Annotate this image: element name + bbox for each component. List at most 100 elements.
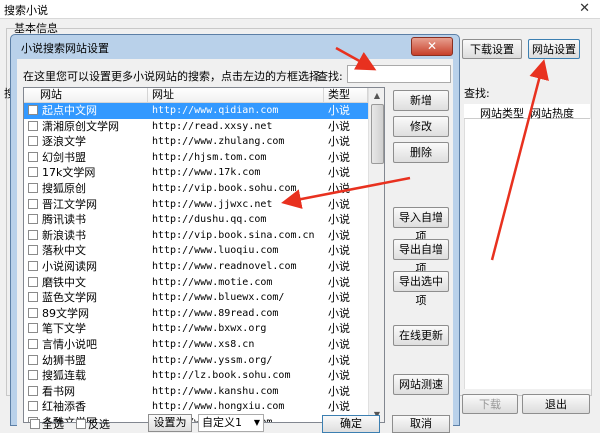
site-list-row[interactable]: 磨铁中文 http://www.motie.com 小说 [24,275,368,291]
delete-site-button[interactable]: 删除 [393,142,449,163]
site-list-row[interactable]: 言情小说吧 http://www.xs8.cn 小说 [24,337,368,353]
site-row-checkbox[interactable] [28,323,38,334]
site-type: 小说 [328,291,350,305]
site-name: 89文学网 [42,306,89,320]
dialog-search-input[interactable] [347,65,451,83]
site-name: 幼狮书盟 [42,353,86,367]
site-list-scrollbar[interactable]: ▲ ▼ [368,88,384,422]
site-url: http://www.bxwx.org [152,323,267,335]
site-type: 小说 [328,400,350,414]
site-row-checkbox[interactable] [28,214,38,225]
site-settings-button[interactable]: 网站设置 [528,39,580,59]
site-url: http://www.17k.com [152,167,261,179]
site-list-row[interactable]: 潇湘原创文学网 http://read.xxsy.net 小说 [24,119,368,135]
set-as-button[interactable]: 设置为 [148,414,192,432]
scrollbar-thumb[interactable] [371,104,384,164]
site-row-checkbox[interactable] [28,105,38,115]
export-custom-button[interactable]: 导出自增项 [393,239,449,275]
site-list-row[interactable]: 看书网 http://www.kanshu.com 小说 [24,384,368,400]
site-list-row[interactable]: 起点中文网 http://www.qidian.com 小说 [24,103,368,119]
site-type: 小说 [328,119,350,133]
site-list-row[interactable]: 腾讯读书 http://dushu.qq.com 小说 [24,212,368,228]
site-name: 笔下文学 [42,322,86,336]
main-results-table[interactable] [464,119,591,389]
site-list-header: 网站 网址 类型 [24,88,368,103]
custom-group-select[interactable]: 自定义1 ▼ [198,414,264,432]
site-name: 腾讯读书 [42,213,86,227]
site-type: 小说 [328,228,350,242]
dialog-close-icon[interactable]: ✕ [411,37,453,56]
site-list-row[interactable]: 晋江文学网 http://www.jjwxc.net 小说 [24,197,368,213]
site-name: 17k文学网 [42,166,96,180]
site-list-row[interactable]: 17k文学网 http://www.17k.com 小说 [24,165,368,181]
ok-button[interactable]: 确定 [322,415,380,433]
site-name: 新浪读书 [42,228,86,242]
site-row-checkbox[interactable] [28,120,38,131]
site-url: http://dushu.qq.com [152,214,267,226]
online-update-button[interactable]: 在线更新 [393,325,449,346]
site-list-row[interactable]: 幼狮书盟 http://www.yssm.org/小说 [24,353,368,369]
site-row-checkbox[interactable] [28,370,38,381]
site-list-row[interactable]: 搜狐连载 http://lz.book.sohu.com 小说 [24,368,368,384]
site-list[interactable]: 网站 网址 类型 起点中文网 http://www.qidian.com 小说 潇湘原… [23,87,385,423]
site-row-checkbox[interactable] [28,151,38,162]
site-list-row[interactable]: 笔下文学 http://www.bxwx.org 小说 [24,321,368,337]
site-row-checkbox[interactable] [28,198,38,209]
site-name: 幻剑书盟 [42,150,86,164]
site-list-row[interactable]: 红袖添香 http://www.hongxiu.com 小说 [24,399,368,415]
site-url: http://hjsm.tom.com [152,151,267,163]
site-row-checkbox[interactable] [28,245,38,256]
exit-button[interactable]: 退出 [522,394,590,414]
site-url: http://www.yssm.org/ [152,354,273,366]
site-row-checkbox[interactable] [28,136,38,147]
site-list-row[interactable]: 幻剑书盟 http://hjsm.tom.com 小说 [24,150,368,166]
site-url: http://www.qidian.com [152,105,279,116]
column-header-site[interactable]: 网站 [24,88,148,102]
site-row-checkbox[interactable] [28,401,38,412]
site-list-row[interactable]: 落秋中文 http://www.luoqiu.com 小说 [24,243,368,259]
site-list-row[interactable]: 逐浪文学 http://www.zhulang.com 小说 [24,134,368,150]
column-header-url[interactable]: 网址 [148,88,324,102]
site-list-row[interactable]: 小说阅读网 http://www.readnovel.com 小说 [24,259,368,275]
main-close-icon[interactable]: ✕ [579,1,590,16]
site-type: 小说 [328,322,350,336]
select-all-checkbox[interactable] [30,419,40,429]
site-row-checkbox[interactable] [28,167,38,178]
site-name: 落秋中文 [42,244,86,258]
site-list-row[interactable]: 89文学网 http://www.89read.com 小说 [24,306,368,322]
invert-selection-checkbox[interactable] [76,419,86,429]
site-type: 小说 [328,166,350,180]
site-row-checkbox[interactable] [28,182,38,193]
site-name: 看书网 [42,384,75,398]
site-name: 晋江文学网 [42,197,97,211]
site-row-checkbox[interactable] [28,276,38,287]
site-list-row[interactable]: 蓝色文学网 http://www.bluewx.com/小说 [24,290,368,306]
download-button[interactable]: 下载 [462,394,518,414]
site-row-checkbox[interactable] [28,292,38,303]
site-name: 潇湘原创文学网 [42,119,119,133]
edit-site-button[interactable]: 修改 [393,116,449,137]
site-list-row[interactable]: 搜狐原创 http://vip.book.sohu.com 小说 [24,181,368,197]
site-type: 小说 [328,181,350,195]
site-row-checkbox[interactable] [28,307,38,318]
site-row-checkbox[interactable] [28,338,38,349]
cancel-button[interactable]: 取消 [392,415,450,433]
scroll-up-icon[interactable]: ▲ [369,88,384,103]
column-header-type[interactable]: 类型 [324,88,368,102]
dialog-body: 在这里您可以设置更多小说网站的搜索，点击左边的方框选择 查找: 网站 网址 类型… [17,59,453,427]
site-row-checkbox[interactable] [28,354,38,365]
site-row-checkbox[interactable] [28,229,38,240]
export-selected-button[interactable]: 导出选中项 [393,271,449,307]
site-url: http://www.bluewx.com/ [152,292,285,304]
site-row-checkbox[interactable] [28,385,38,396]
site-name: 蓝色文学网 [42,291,97,305]
site-type: 小说 [328,135,350,149]
dialog-titlebar: 小说搜索网站设置 ✕ [11,35,459,59]
add-site-button[interactable]: 新增 [393,90,449,111]
site-row-checkbox[interactable] [28,260,38,271]
invert-selection-label: 反选 [88,418,110,431]
download-settings-button[interactable]: 下载设置 [462,39,522,59]
site-speed-test-button[interactable]: 网站测速 [393,374,449,395]
site-list-row[interactable]: 新浪读书 http://vip.book.sina.com.cn 小说 [24,228,368,244]
import-custom-button[interactable]: 导入自增项 [393,207,449,243]
